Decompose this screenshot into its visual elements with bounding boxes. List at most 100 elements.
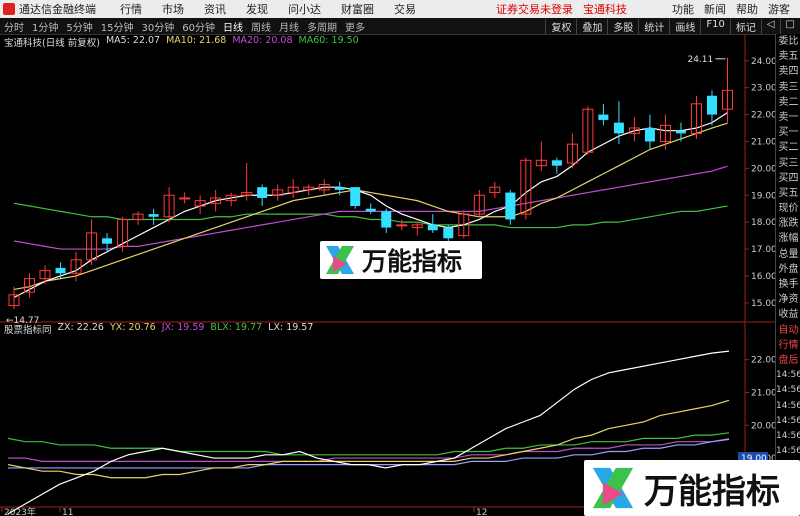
window-icon[interactable]: □ (779, 18, 800, 34)
candle-down (443, 227, 454, 239)
side-panel-item[interactable]: 14:56 (776, 414, 800, 429)
login-notice[interactable]: 证券交易未登录 (496, 1, 573, 17)
current-stock: 宝通科技 (583, 3, 627, 16)
candle-down (644, 128, 655, 142)
mark-button[interactable]: 标记 (729, 18, 761, 34)
menu-item-market[interactable]: 市场 (162, 1, 184, 17)
statistics-button[interactable]: 统计 (638, 18, 669, 34)
side-panel-item[interactable]: 涨跌 (776, 216, 800, 231)
app-title: 通达信金融终端 (19, 3, 96, 16)
side-panel-item[interactable]: 卖二 (776, 95, 800, 110)
price-axis-label: 19.00 (751, 191, 775, 201)
f10-button[interactable]: F10 (700, 18, 729, 34)
menu-item-trade[interactable]: 交易 (394, 1, 416, 17)
tab-intraday[interactable]: 分时 (4, 19, 24, 34)
time-axis-label: 11 (62, 508, 73, 516)
side-panel-item[interactable]: 买三 (776, 156, 800, 171)
candle-down (350, 187, 361, 207)
watermark-logo-icon (326, 246, 354, 274)
price-axis-label: 17.00 (751, 245, 775, 255)
side-panel-item[interactable]: 卖三 (776, 80, 800, 95)
watermark-text: 万能指标 (362, 247, 463, 276)
menu-item-news-right[interactable]: 新闻 (704, 1, 726, 17)
restore-rights-button[interactable]: 复权 (545, 18, 576, 34)
price-axis-label: 20.00 (751, 164, 775, 174)
side-panel-item[interactable]: 14:56 (776, 399, 800, 414)
tab-monthly[interactable]: 月线 (279, 19, 299, 34)
price-axis-label: 16.00 (751, 272, 775, 282)
candle-down (102, 238, 113, 244)
side-panel-item[interactable]: 总量 (776, 247, 800, 262)
side-panel-item[interactable]: 买一 (776, 125, 800, 140)
candle-down (365, 208, 376, 212)
quote-side-panel: 委比 卖五 卖四 卖三 卖二 卖一 买一 买二 买三 买四 买五 现价 涨跌 涨幅 总量 外盘 换手 净资 收益 自动… (775, 34, 800, 516)
candle-up (179, 197, 191, 200)
side-panel-item[interactable]: 盘后 (776, 353, 800, 368)
side-panel-item[interactable]: 收益 (776, 307, 800, 322)
tab-15min[interactable]: 15分钟 (101, 19, 134, 34)
side-panel-item[interactable]: 买二 (776, 140, 800, 155)
tab-daily[interactable]: 日线 (223, 19, 243, 34)
indicator-axis-label: 22.00 (751, 356, 775, 366)
watermark-logo-icon-large (592, 467, 634, 509)
app-logo-icon (3, 3, 15, 15)
price-axis-label: 23.00 (751, 84, 775, 94)
menu-item-discover[interactable]: 发现 (246, 1, 268, 17)
candle-down (381, 211, 392, 228)
side-panel-item[interactable]: 现价 (776, 201, 800, 216)
tab-30min[interactable]: 30分钟 (141, 19, 174, 34)
side-panel-item[interactable]: 卖一 (776, 110, 800, 125)
side-panel-item[interactable]: 委比 (776, 34, 800, 49)
watermark-corner: 万能指标 (584, 460, 800, 516)
side-panel-item[interactable]: 外盘 (776, 262, 800, 277)
high-price-label: 24.11 (687, 55, 713, 65)
side-panel-item[interactable]: 14:56 (776, 383, 800, 398)
tab-more[interactable]: 更多 (345, 19, 365, 34)
tab-multi-period[interactable]: 多周期 (307, 19, 337, 34)
side-panel-item[interactable]: 换手 (776, 277, 800, 292)
watermark-center: 万能指标 (320, 241, 482, 279)
draw-line-button[interactable]: 画线 (669, 18, 700, 34)
side-panel-item[interactable]: 卖四 (776, 64, 800, 79)
tab-weekly[interactable]: 周线 (251, 19, 271, 34)
candle-down (334, 187, 345, 190)
menu-item-function[interactable]: 功能 (672, 1, 694, 17)
menu-item-quotes[interactable]: 行情 (120, 1, 142, 17)
menu-item-fortune[interactable]: 财富圈 (341, 1, 374, 17)
price-axis-label: 18.00 (751, 218, 775, 228)
candle-down (257, 187, 268, 198)
price-axis-label: 22.00 (751, 111, 775, 121)
menu-item-news[interactable]: 资讯 (204, 1, 226, 17)
low-price-label: ←14.77 (6, 316, 39, 326)
side-panel-item[interactable]: 14:56 (776, 444, 800, 459)
candle-down (505, 192, 516, 220)
side-panel-item[interactable]: 买五 (776, 186, 800, 201)
tab-60min[interactable]: 60分钟 (182, 19, 215, 34)
side-panel-item[interactable]: 自动 (776, 323, 800, 338)
candle-up (396, 224, 408, 227)
price-axis-label: 15.00 (751, 299, 775, 309)
candle-down (55, 267, 66, 274)
side-panel-item[interactable]: 行情 (776, 338, 800, 353)
side-panel-item[interactable]: 14:56 (776, 429, 800, 444)
side-panel-item[interactable]: 14:56 (776, 368, 800, 383)
period-toolbar: 分时 1分钟 5分钟 15分钟 30分钟 60分钟 日线 周线 月线 多周期 更… (0, 18, 800, 35)
candle-down (551, 160, 562, 166)
menu-item-help[interactable]: 帮助 (736, 1, 758, 17)
candle-down (675, 130, 686, 134)
time-axis-label: 12 (476, 508, 487, 516)
indicator-axis-label: 21.00 (751, 388, 775, 398)
tab-5min[interactable]: 5分钟 (66, 19, 92, 34)
side-panel-item[interactable]: 买四 (776, 171, 800, 186)
side-panel-item[interactable]: 卖五 (776, 49, 800, 64)
menu-item-guest[interactable]: 游客 (768, 1, 790, 17)
overlay-button[interactable]: 叠加 (576, 18, 607, 34)
side-panel-item[interactable]: 涨幅 (776, 231, 800, 246)
back-icon[interactable]: ◁ (760, 18, 780, 34)
menu-item-ask[interactable]: 问小达 (288, 1, 321, 17)
side-panel-item[interactable]: 净资 (776, 292, 800, 307)
multi-stock-button[interactable]: 多股 (607, 18, 638, 34)
candle-down (427, 224, 438, 231)
price-axis-label: 21.00 (751, 137, 775, 147)
tab-1min[interactable]: 1分钟 (32, 19, 58, 34)
